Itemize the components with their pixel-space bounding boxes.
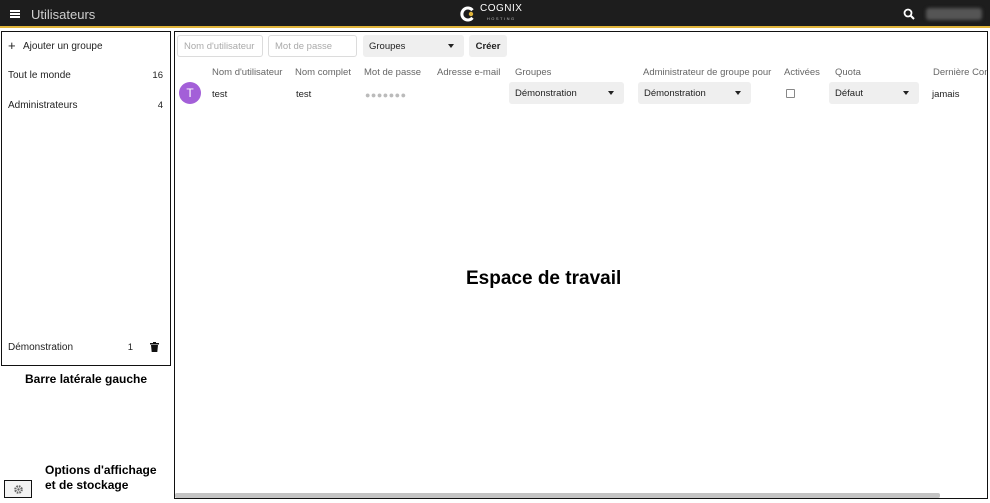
sidebar-item-hidden-4[interactable] xyxy=(2,211,169,241)
enabled-checkbox[interactable] xyxy=(786,89,795,98)
annotation-options-line2: et de stockage xyxy=(45,478,129,492)
app-title: Utilisateurs xyxy=(31,7,96,22)
groups-dropdown[interactable]: Démonstration xyxy=(509,82,624,104)
avatar[interactable]: T xyxy=(179,82,201,104)
column-header-password[interactable]: Mot de passe xyxy=(364,67,421,78)
sidebar-item-label: Démonstration xyxy=(8,342,74,353)
caret-down-icon xyxy=(608,91,614,95)
add-group-button[interactable]: + Ajouter un groupe xyxy=(2,32,169,62)
sidebar-item-count: 4 xyxy=(157,100,163,111)
groups-select[interactable]: Groupes xyxy=(363,35,464,57)
logo-name: COGNIX xyxy=(480,3,523,14)
sidebar-item-label: Tout le monde xyxy=(8,70,71,81)
annotation-options-line1: Options d'affichage xyxy=(45,463,157,477)
column-header-fullname[interactable]: Nom complet xyxy=(295,67,351,78)
hamburger-menu-icon[interactable] xyxy=(10,10,20,18)
sidebar-item-hidden-3[interactable] xyxy=(2,181,169,211)
sidebar-item-label: Administrateurs xyxy=(8,100,78,111)
sidebar-item-demonstration[interactable]: Démonstration 1 xyxy=(2,333,169,363)
add-group-label: Ajouter un groupe xyxy=(23,41,103,52)
new-password-input[interactable] xyxy=(268,35,357,57)
column-header-group-admin[interactable]: Administrateur de groupe pour xyxy=(643,67,771,78)
groups-dropdown-value: Démonstration xyxy=(515,88,577,99)
column-header-last-login[interactable]: Dernière Connexion xyxy=(933,67,987,78)
sidebar-item-hidden-7[interactable] xyxy=(2,301,169,331)
annotation-sidebar: Barre latérale gauche xyxy=(25,372,148,386)
column-header-quota[interactable]: Quota xyxy=(835,67,861,78)
top-header: Utilisateurs COGNIX HOSTING xyxy=(0,0,990,28)
create-user-button[interactable]: Créer xyxy=(469,35,507,57)
horizontal-scrollbar[interactable] xyxy=(175,493,940,498)
column-header-username[interactable]: Nom d'utilisateur xyxy=(212,67,282,78)
group-admin-dropdown[interactable]: Démonstration xyxy=(638,82,751,104)
sidebar-item-hidden-1[interactable] xyxy=(2,121,169,151)
sidebar-item-hidden-5[interactable] xyxy=(2,241,169,271)
cell-last-login: jamais xyxy=(932,89,960,100)
cognix-logo-icon xyxy=(460,6,474,22)
group-admin-dropdown-value: Démonstration xyxy=(644,88,706,99)
cell-username[interactable]: test xyxy=(212,89,227,100)
column-header-enabled[interactable]: Activées xyxy=(784,67,820,78)
logo-text: COGNIX HOSTING xyxy=(480,4,522,24)
annotation-workspace: Espace de travail xyxy=(466,268,622,289)
user-menu[interactable] xyxy=(926,8,982,20)
gear-icon xyxy=(13,484,23,494)
caret-down-icon xyxy=(448,44,454,48)
column-header-groups[interactable]: Groupes xyxy=(515,67,551,78)
groups-select-value: Groupes xyxy=(369,41,406,52)
plus-icon: + xyxy=(8,38,16,53)
annotation-options: Options d'affichage et de stockage xyxy=(45,463,175,493)
sidebar-item-count: 16 xyxy=(152,70,163,81)
quota-dropdown[interactable]: Défaut xyxy=(829,82,919,104)
left-sidebar: + Ajouter un groupe Tout le monde 16 Adm… xyxy=(1,31,171,366)
sidebar-item-everyone[interactable]: Tout le monde 16 xyxy=(2,61,169,91)
caret-down-icon xyxy=(735,91,741,95)
sidebar-item-hidden-6[interactable] xyxy=(2,271,169,301)
search-icon[interactable] xyxy=(903,8,915,20)
sidebar-item-hidden-2[interactable] xyxy=(2,151,169,181)
cognix-logo[interactable]: COGNIX HOSTING xyxy=(460,4,522,24)
column-header-email[interactable]: Adresse e-mail xyxy=(437,67,500,78)
cell-fullname[interactable]: test xyxy=(296,89,311,100)
caret-down-icon xyxy=(903,91,909,95)
sidebar-item-admins[interactable]: Administrateurs 4 xyxy=(2,91,169,121)
logo-subtitle: HOSTING xyxy=(486,16,516,21)
trash-icon[interactable] xyxy=(150,342,159,352)
cell-password[interactable]: ●●●●●●● xyxy=(365,90,407,100)
new-username-input[interactable] xyxy=(177,35,263,57)
quota-dropdown-value: Défaut xyxy=(835,88,863,99)
sidebar-item-count: 1 xyxy=(127,342,133,353)
settings-button[interactable] xyxy=(4,480,32,498)
workspace: Groupes Créer Nom d'utilisateur Nom comp… xyxy=(174,31,988,499)
